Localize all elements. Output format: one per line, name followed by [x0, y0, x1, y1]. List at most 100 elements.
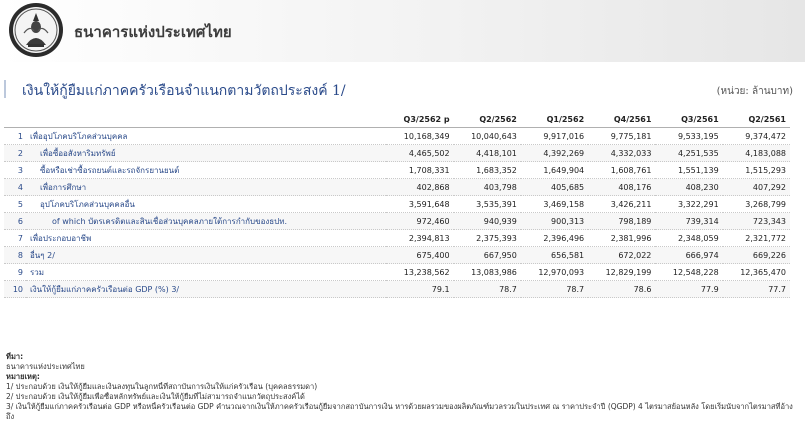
table-row: 3 ซื้อหรือเช่าซื้อรถยนต์และรถจักรยานยนต์… — [4, 161, 790, 179]
cell-value: 1,551,139 — [655, 161, 723, 179]
row-index: 6 — [4, 212, 26, 230]
table-row: 1 เพื่ออุปโภคบริโภคส่วนบุคคล 10,168,349 … — [4, 127, 790, 145]
row-label-link[interactable]: อุปโภคบริโภคส่วนบุคคลอื่น — [26, 195, 386, 213]
header-banner: ธนาคารแห่งประเทศไทย — [0, 0, 805, 62]
column-header: Q1/2562 — [520, 112, 589, 128]
table-row: 10 เงินให้กู้ยืมแก่ภาคครัวเรือนต่อ GDP (… — [4, 280, 790, 298]
cell-value: 4,418,101 — [453, 144, 521, 162]
cell-value: 13,083,986 — [453, 263, 521, 281]
row-label-link[interactable]: เงินให้กู้ยืมแก่ภาคครัวเรือนต่อ GDP (%) … — [26, 280, 386, 298]
row-label-link[interactable]: รวม — [26, 263, 386, 281]
row-label-link[interactable]: เพื่อการศึกษา — [26, 178, 386, 196]
row-index: 1 — [4, 127, 26, 145]
row-index: 9 — [4, 263, 26, 281]
row-label-link[interactable]: เพื่ออุปโภคบริโภคส่วนบุคคล — [26, 127, 386, 145]
notes-section: ที่มา: ธนาคารแห่งประเทศไทย หมายเหตุ: 1/ … — [6, 352, 801, 422]
remark-2: 2/ ประกอบด้วย เงินให้กู้ยืมเพื่อซื้อหลัก… — [6, 392, 305, 401]
row-index: 7 — [4, 229, 26, 247]
row-index: 4 — [4, 178, 26, 196]
cell-value: 3,268,799 — [722, 195, 790, 213]
cell-value: 77.9 — [655, 280, 723, 298]
row-label-link[interactable]: เพื่อประกอบอาชีพ — [26, 229, 386, 247]
cell-value: 10,040,643 — [453, 127, 521, 145]
cell-value: 2,394,813 — [386, 229, 454, 247]
cell-value: 4,251,535 — [655, 144, 723, 162]
cell-value: 78.6 — [588, 280, 656, 298]
bank-name: ธนาคารแห่งประเทศไทย — [74, 23, 232, 41]
unit-label: (หน่วย: ล้านบาท) — [716, 86, 793, 97]
row-index: 10 — [4, 280, 26, 298]
cell-value: 408,176 — [588, 178, 656, 196]
cell-value: 798,189 — [588, 212, 656, 230]
cell-value: 1,649,904 — [520, 161, 589, 179]
row-label-link[interactable]: ซื้อหรือเช่าซื้อรถยนต์และรถจักรยานยนต์ — [26, 161, 386, 179]
cell-value: 3,322,291 — [655, 195, 723, 213]
table-row: 2 เพื่อซื้ออสังหาริมทรัพย์ 4,465,502 4,4… — [4, 144, 790, 162]
cell-value: 3,469,158 — [520, 195, 589, 213]
source-text: ธนาคารแห่งประเทศไทย — [6, 362, 85, 371]
cell-value: 4,332,033 — [588, 144, 656, 162]
row-label-link[interactable]: of which บัตรเครดิตและสินเชื่อส่วนบุคคลภ… — [26, 212, 386, 230]
cell-value: 723,343 — [722, 212, 790, 230]
cell-value: 1,708,331 — [386, 161, 454, 179]
column-header: Q3/2561 — [655, 112, 723, 128]
row-index: 8 — [4, 246, 26, 264]
cell-value: 739,314 — [655, 212, 723, 230]
cell-value: 940,939 — [453, 212, 521, 230]
source-label: ที่มา: — [6, 352, 24, 361]
cell-value: 3,591,648 — [386, 195, 454, 213]
bank-emblem-icon — [6, 1, 66, 59]
cell-value: 3,535,391 — [453, 195, 521, 213]
cell-value: 9,917,016 — [520, 127, 589, 145]
table-row: 9 รวม 13,238,562 13,083,986 12,970,093 1… — [4, 263, 790, 281]
cell-value: 669,226 — [722, 246, 790, 264]
cell-value: 675,400 — [386, 246, 454, 264]
cell-value: 4,465,502 — [386, 144, 454, 162]
table-row: 6 of which บัตรเครดิตและสินเชื่อส่วนบุคค… — [4, 212, 790, 230]
table-row: 8 อื่นๆ 2/ 675,400 667,950 656,581 672,0… — [4, 246, 790, 264]
cell-value: 2,381,996 — [588, 229, 656, 247]
cell-value: 12,365,470 — [722, 263, 790, 281]
table-row: 7 เพื่อประกอบอาชีพ 2,394,813 2,375,393 2… — [4, 229, 790, 247]
cell-value: 4,392,269 — [520, 144, 589, 162]
cell-value: 4,183,088 — [722, 144, 790, 162]
cell-value: 2,348,059 — [655, 229, 723, 247]
table-row: 5 อุปโภคบริโภคส่วนบุคคลอื่น 3,591,648 3,… — [4, 195, 790, 213]
cell-value: 12,829,199 — [588, 263, 656, 281]
cell-value: 1,608,761 — [588, 161, 656, 179]
column-header: Q2/2561 — [722, 112, 790, 128]
row-label-link[interactable]: เพื่อซื้ออสังหาริมทรัพย์ — [26, 144, 386, 162]
cell-value: 77.7 — [722, 280, 790, 298]
cell-value: 1,683,352 — [453, 161, 521, 179]
header-index — [4, 112, 26, 128]
cell-value: 12,970,093 — [520, 263, 589, 281]
row-label-link[interactable]: อื่นๆ 2/ — [26, 246, 386, 264]
cell-value: 3,426,211 — [588, 195, 656, 213]
column-header: Q2/2562 — [453, 112, 521, 128]
remark-3: 3/ เงินให้กู้ยืมแก่ภาคครัวเรือนต่อ GDP ห… — [6, 402, 793, 421]
remarks-label: หมายเหตุ: — [6, 372, 40, 381]
remark-1: 1/ ประกอบด้วย เงินให้กู้ยืมและเงินลงทุนใ… — [6, 382, 318, 391]
cell-value: 78.7 — [520, 280, 589, 298]
cell-value: 2,321,772 — [722, 229, 790, 247]
loans-table: Q3/2562 p Q2/2562 Q1/2562 Q4/2561 Q3/256… — [4, 112, 790, 298]
cell-value: 666,974 — [655, 246, 723, 264]
table-header-row: Q3/2562 p Q2/2562 Q1/2562 Q4/2561 Q3/256… — [4, 112, 790, 128]
cell-value: 408,230 — [655, 178, 723, 196]
table-row: 4 เพื่อการศึกษา 402,868 403,798 405,685 … — [4, 178, 790, 196]
row-index: 3 — [4, 161, 26, 179]
cell-value: 10,168,349 — [386, 127, 454, 145]
cell-value: 1,515,293 — [722, 161, 790, 179]
page-title: เงินให้กู้ยืมแก่ภาคครัวเรือนจำแนกตามวัตถ… — [22, 83, 346, 99]
cell-value: 900,313 — [520, 212, 589, 230]
row-index: 2 — [4, 144, 26, 162]
cell-value: 9,775,181 — [588, 127, 656, 145]
title-accent-rule — [4, 80, 6, 98]
cell-value: 407,292 — [722, 178, 790, 196]
cell-value: 672,022 — [588, 246, 656, 264]
header-description — [26, 112, 386, 128]
cell-value: 9,374,472 — [722, 127, 790, 145]
cell-value: 78.7 — [453, 280, 521, 298]
cell-value: 12,548,228 — [655, 263, 723, 281]
cell-value: 972,460 — [386, 212, 454, 230]
